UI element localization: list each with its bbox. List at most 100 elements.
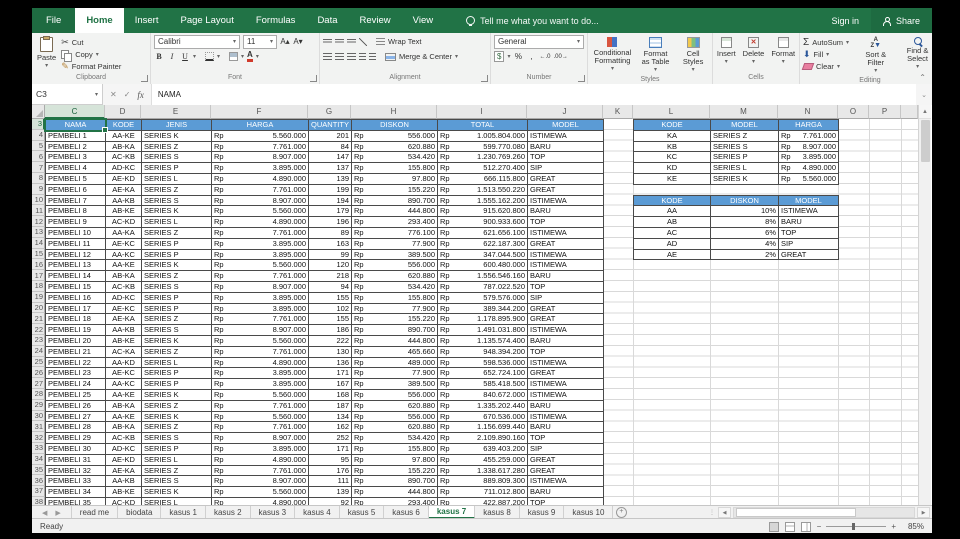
- cell[interactable]: Rp 7.761.000: [212, 400, 309, 412]
- paste-button[interactable]: Paste ▾: [35, 35, 58, 73]
- cell[interactable]: Rp 5.560.000: [212, 389, 309, 401]
- cell[interactable]: SERIES P: [142, 443, 212, 455]
- cell[interactable]: PEMBELI 5: [46, 173, 106, 185]
- row-header-19[interactable]: 19: [32, 291, 45, 303]
- decrease-font-button[interactable]: A▾: [293, 36, 303, 47]
- cell[interactable]: AA: [634, 206, 711, 218]
- cell[interactable]: Rp 155.220: [352, 465, 438, 477]
- row-header-15[interactable]: 15: [32, 248, 45, 260]
- cell[interactable]: Rp 455.259.000: [438, 454, 528, 466]
- cell[interactable]: 176: [309, 465, 352, 477]
- row-header-13[interactable]: 13: [32, 226, 45, 238]
- increase-indent-button[interactable]: [369, 53, 376, 60]
- cell[interactable]: Rp 620.880: [352, 422, 438, 434]
- cell[interactable]: Rp 7.761.000: [212, 314, 309, 326]
- cell[interactable]: AC-KD: [106, 217, 142, 228]
- insert-function-icon[interactable]: fx: [137, 90, 144, 100]
- cell[interactable]: ISTIMEWA: [528, 249, 604, 261]
- ribbon-tab-page-layout[interactable]: Page Layout: [169, 8, 244, 33]
- cell[interactable]: Rp 599.770.080: [438, 141, 528, 153]
- cell[interactable]: PEMBELI 10: [46, 227, 106, 239]
- cell[interactable]: 139: [309, 487, 352, 498]
- cell[interactable]: TOP: [528, 497, 604, 505]
- cell[interactable]: ISTIMEWA: [528, 130, 604, 142]
- select-all-corner[interactable]: [32, 105, 45, 119]
- cell[interactable]: 99: [309, 249, 352, 261]
- cell[interactable]: 4%: [711, 238, 779, 250]
- column-header-cell[interactable]: DISKON: [352, 120, 438, 131]
- cell[interactable]: SERIES K: [711, 173, 779, 185]
- cell[interactable]: SERIES L: [142, 173, 212, 185]
- cell[interactable]: TOP: [528, 281, 604, 293]
- column-header-cell[interactable]: MODEL: [711, 120, 779, 131]
- column-header-E[interactable]: E: [141, 105, 211, 119]
- cell[interactable]: AB-KE: [106, 487, 142, 498]
- cell[interactable]: KC: [634, 152, 711, 164]
- cell[interactable]: Rp 5.560.000: [212, 335, 309, 347]
- font-name-select[interactable]: Calibri ▾: [154, 34, 240, 49]
- format-as-table-button[interactable]: Format as Table ▾: [637, 35, 674, 75]
- delete-cells-button[interactable]: ✕ Delete ▾: [741, 35, 767, 73]
- cell[interactable]: GREAT: [528, 184, 604, 196]
- cell[interactable]: 218: [309, 271, 352, 282]
- cell[interactable]: Rp 8.907.000: [212, 476, 309, 488]
- cell[interactable]: Rp 1.556.546.160: [438, 271, 528, 282]
- cell[interactable]: PEMBELI 7: [46, 195, 106, 207]
- ribbon-tab-data[interactable]: Data: [306, 8, 348, 33]
- cell[interactable]: AB-KA: [106, 141, 142, 153]
- cell[interactable]: Rp 670.536.000: [438, 411, 528, 423]
- cell[interactable]: AA-KE: [106, 389, 142, 401]
- zoom-slider-thumb[interactable]: [852, 523, 856, 530]
- cell[interactable]: PEMBELI 26: [46, 400, 106, 412]
- cell[interactable]: 171: [309, 368, 352, 380]
- cell[interactable]: 147: [309, 152, 352, 164]
- cell[interactable]: AE-KA: [106, 184, 142, 196]
- cell[interactable]: Rp 465.660: [352, 346, 438, 358]
- cell[interactable]: AB-KE: [106, 206, 142, 218]
- cell[interactable]: Rp 7.761.000: [212, 227, 309, 239]
- row-header-33[interactable]: 33: [32, 442, 45, 454]
- cell[interactable]: Rp 5.560.000: [212, 487, 309, 498]
- cell[interactable]: 10%: [711, 206, 779, 218]
- row-header-30[interactable]: 30: [32, 410, 45, 422]
- cell[interactable]: 89: [309, 227, 352, 239]
- cell[interactable]: SERIES L: [711, 163, 779, 174]
- cell[interactable]: PEMBELI 25: [46, 389, 106, 401]
- tell-me-box[interactable]: Tell me what you want to do...: [466, 8, 599, 33]
- row-header-16[interactable]: 16: [32, 259, 45, 271]
- cell[interactable]: PEMBELI 33: [46, 476, 106, 488]
- ribbon-tab-formulas[interactable]: Formulas: [245, 8, 307, 33]
- cell[interactable]: PEMBELI 9: [46, 217, 106, 228]
- row-header-22[interactable]: 22: [32, 324, 45, 335]
- cell[interactable]: PEMBELI 16: [46, 292, 106, 304]
- cell[interactable]: 136: [309, 357, 352, 369]
- cell[interactable]: Rp 8.907.000: [779, 141, 839, 153]
- cell[interactable]: AB: [634, 217, 711, 228]
- cell[interactable]: Rp 3.895.000: [212, 303, 309, 315]
- cell[interactable]: Rp 534.420: [352, 433, 438, 444]
- cell[interactable]: 222: [309, 335, 352, 347]
- cell[interactable]: SERIES P: [711, 152, 779, 164]
- cell[interactable]: AB-KA: [106, 422, 142, 434]
- sign-in-link[interactable]: Sign in: [819, 16, 871, 26]
- cell[interactable]: AE-KC: [106, 368, 142, 380]
- cell[interactable]: 130: [309, 346, 352, 358]
- cell[interactable]: GREAT: [528, 238, 604, 250]
- comma-style-button[interactable]: ,: [526, 51, 536, 62]
- name-box[interactable]: C3 ▾: [32, 84, 103, 105]
- cell[interactable]: Rp 4.890.000: [779, 163, 839, 174]
- cell[interactable]: 111: [309, 476, 352, 488]
- column-header-K[interactable]: K: [603, 105, 633, 119]
- cell[interactable]: SERIES P: [142, 249, 212, 261]
- cell[interactable]: SERIES S: [142, 152, 212, 164]
- cell[interactable]: SERIES K: [142, 260, 212, 272]
- cell[interactable]: 84: [309, 141, 352, 153]
- cell[interactable]: Rp 444.800: [352, 335, 438, 347]
- formula-input[interactable]: NAMA: [151, 84, 916, 105]
- column-header-cell[interactable]: MODEL: [528, 120, 604, 131]
- cell[interactable]: PEMBELI 31: [46, 454, 106, 466]
- cell[interactable]: PEMBELI 19: [46, 325, 106, 336]
- cell[interactable]: Rp 155.220: [352, 184, 438, 196]
- cell[interactable]: 102: [309, 303, 352, 315]
- cell[interactable]: SERIES K: [142, 335, 212, 347]
